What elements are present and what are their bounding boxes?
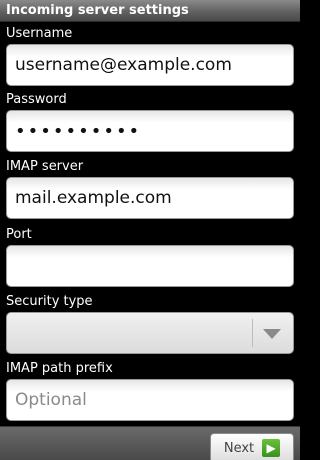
imap-server-label: IMAP server — [6, 159, 84, 174]
password-label: Password — [6, 92, 67, 107]
footer-bar: Next ▶ — [0, 426, 300, 460]
next-button-label: Next — [223, 440, 255, 456]
username-label: Username — [6, 26, 73, 41]
imap-path-prefix-label: IMAP path prefix — [6, 361, 113, 376]
port-input[interactable] — [6, 245, 294, 287]
security-type-dropdown[interactable] — [6, 312, 294, 354]
incoming-server-settings-screen: Incoming server settings Username userna… — [0, 0, 300, 460]
username-input[interactable]: username@example.com — [6, 44, 294, 86]
password-input[interactable]: •••••••••• — [6, 110, 294, 152]
next-button[interactable]: Next ▶ — [210, 433, 294, 460]
imap-server-input[interactable]: mail.example.com — [6, 177, 294, 219]
screen-title: Incoming server settings — [0, 0, 300, 22]
imap-path-prefix-placeholder: Optional — [15, 390, 87, 410]
password-value: •••••••••• — [15, 120, 142, 142]
username-value: username@example.com — [15, 55, 232, 75]
dropdown-divider — [252, 319, 253, 347]
imap-path-prefix-input[interactable]: Optional — [6, 379, 294, 421]
chevron-down-icon — [263, 329, 281, 339]
security-type-label: Security type — [6, 294, 93, 309]
imap-server-value: mail.example.com — [15, 188, 172, 208]
port-label: Port — [6, 227, 32, 242]
arrow-right-icon: ▶ — [262, 439, 281, 457]
